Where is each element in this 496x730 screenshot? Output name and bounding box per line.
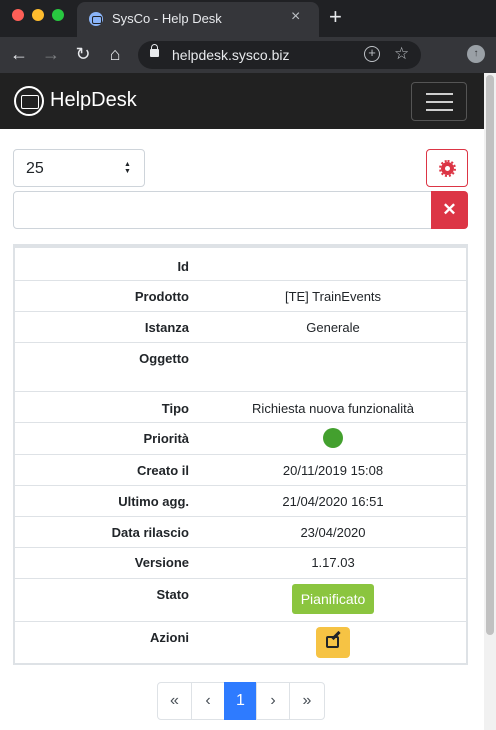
row-value: 23/04/2020 — [300, 525, 366, 540]
table-row: Priorità — [15, 422, 466, 454]
page-size-value: 25 — [26, 160, 44, 177]
app-navbar: HelpDesk — [0, 73, 484, 129]
table-row: Istanza Generale — [15, 311, 466, 342]
table-row: Prodotto [TE] TrainEvents — [15, 280, 466, 311]
back-arrow-icon[interactable]: ← — [8, 43, 30, 65]
table-row: Creato il 20/11/2019 15:08 — [15, 454, 466, 485]
first-page-button[interactable]: « — [157, 682, 192, 720]
row-label: Versione — [134, 555, 189, 570]
settings-button[interactable] — [426, 149, 468, 187]
table-row: Stato Pianificato — [15, 578, 466, 621]
hamburger-line — [426, 101, 453, 103]
browser-toolbar: ← → ↻ ⌂ helpdesk.sysco.biz + ☆ ↑ — [0, 37, 496, 73]
row-label: Oggetto — [139, 351, 189, 366]
table-row: Azioni — [15, 621, 466, 663]
scrollbar-thumb[interactable] — [486, 75, 494, 635]
row-label: Priorità — [143, 431, 189, 446]
tab-close-button[interactable]: × — [291, 9, 300, 25]
row-label: Id — [177, 259, 189, 274]
edit-icon — [326, 636, 339, 648]
row-value: [TE] TrainEvents — [284, 289, 382, 304]
status-badge: Pianificato — [291, 584, 375, 614]
table-row: Id — [15, 248, 466, 280]
table-row: Tipo Richiesta nuova funzionalità — [15, 391, 466, 422]
page-scrollbar[interactable] — [484, 73, 496, 730]
row-label: Ultimo agg. — [118, 494, 189, 509]
clear-search-button[interactable]: ✕ — [431, 191, 468, 229]
page-size-select[interactable]: 25 ▲ ▼ — [13, 149, 145, 187]
maximize-window-button[interactable] — [52, 9, 64, 21]
table-row: Data rilascio 23/04/2020 — [15, 516, 466, 547]
table-row: Versione 1.17.03 — [15, 547, 466, 578]
row-value: 1.17.03 — [311, 555, 355, 570]
lock-icon — [150, 44, 159, 57]
browser-tab[interactable]: SysCo - Help Desk × — [77, 2, 319, 37]
edit-button[interactable] — [316, 627, 350, 658]
row-label: Prodotto — [134, 289, 189, 304]
previous-page-button[interactable]: ‹ — [191, 682, 225, 720]
row-label: Stato — [156, 587, 190, 602]
current-page-button[interactable]: 1 — [224, 682, 257, 720]
browser-tabstrip: SysCo - Help Desk × + — [0, 0, 496, 37]
helpdesk-logo-icon[interactable] — [14, 86, 44, 116]
url-text: helpdesk.sysco.biz — [172, 47, 290, 63]
hamburger-line — [426, 109, 453, 111]
reload-icon[interactable]: ↻ — [72, 43, 94, 65]
priority-indicator — [323, 428, 343, 448]
home-icon[interactable]: ⌂ — [104, 43, 126, 65]
row-value: 20/11/2019 15:08 — [282, 463, 384, 478]
row-label: Creato il — [136, 463, 189, 478]
row-value: Pianificato — [197, 584, 469, 614]
table-row: Ultimo agg. 21/04/2020 16:51 — [15, 485, 466, 516]
pagination: « ‹ 1 › » — [157, 682, 325, 720]
new-tab-button[interactable]: + — [329, 6, 342, 28]
gear-icon — [439, 160, 456, 177]
add-icon[interactable]: + — [364, 46, 380, 62]
row-value — [197, 428, 469, 451]
brand-name[interactable]: HelpDesk — [50, 89, 137, 112]
row-value: Generale — [306, 320, 360, 335]
minimize-window-button[interactable] — [32, 9, 44, 21]
row-label: Istanza — [144, 320, 189, 335]
row-value: Richiesta nuova funzionalità — [252, 401, 414, 416]
address-bar[interactable]: helpdesk.sysco.biz + ☆ — [138, 41, 421, 69]
hamburger-menu-button[interactable] — [411, 82, 467, 121]
last-page-button[interactable]: » — [289, 682, 325, 720]
profile-avatar-icon[interactable]: ↑ — [467, 45, 485, 63]
helpdesk-favicon-icon — [89, 12, 103, 26]
row-value: 21/04/2020 16:51 — [282, 494, 384, 509]
select-arrows-icon: ▲ ▼ — [124, 161, 131, 175]
forward-arrow-icon[interactable]: → — [40, 43, 62, 65]
search-input[interactable] — [13, 191, 432, 229]
hamburger-line — [426, 93, 453, 95]
tab-title: SysCo - Help Desk — [112, 11, 222, 26]
close-window-button[interactable] — [12, 9, 24, 21]
row-label: Tipo — [161, 401, 189, 416]
table-row: Oggetto — [15, 342, 466, 391]
next-page-button[interactable]: › — [256, 682, 290, 720]
bookmark-star-icon[interactable]: ☆ — [394, 44, 409, 64]
row-value — [197, 627, 469, 661]
row-label: Azioni — [150, 630, 189, 645]
ticket-details-table: Id Prodotto [TE] TrainEvents Istanza Gen… — [13, 244, 468, 665]
row-label: Data rilascio — [111, 525, 189, 540]
